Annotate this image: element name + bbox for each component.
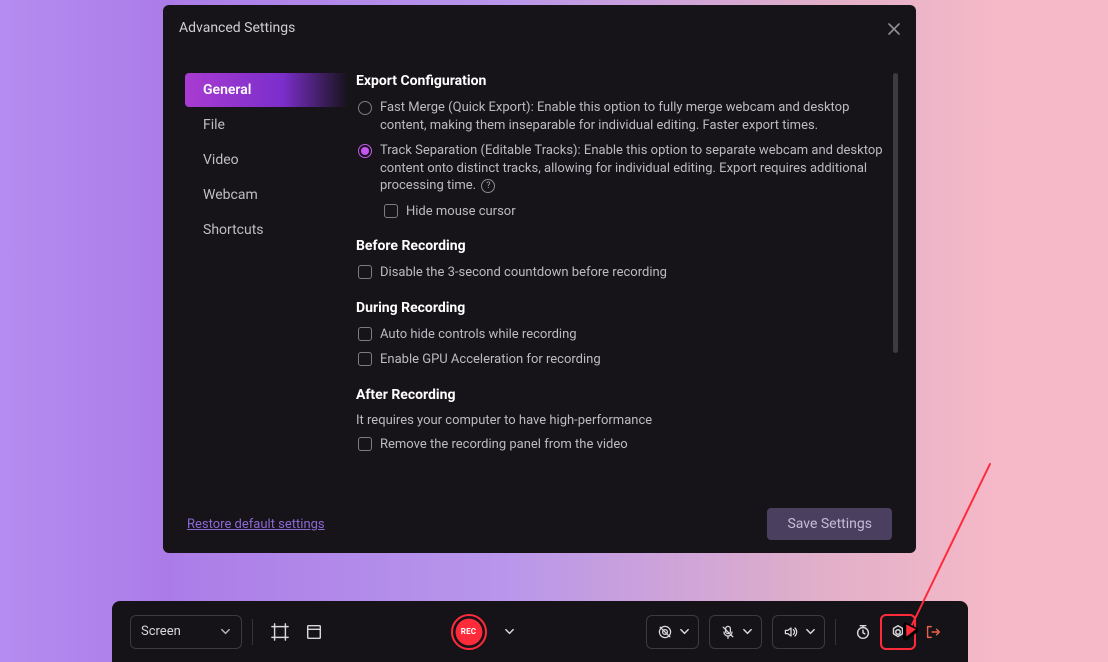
webcam-toggle[interactable] xyxy=(646,615,699,649)
sidebar-item-file[interactable]: File xyxy=(185,108,348,142)
sidebar-item-general[interactable]: General xyxy=(185,73,348,107)
close-icon xyxy=(888,23,900,35)
settings-sidebar: General File Video Webcam Shortcuts xyxy=(163,51,348,495)
exit-button[interactable] xyxy=(916,615,950,649)
sidebar-item-label: Webcam xyxy=(203,187,258,203)
section-title: After Recording xyxy=(356,387,884,403)
screen-source-label: Screen xyxy=(141,624,181,639)
checkbox-unchecked-icon[interactable] xyxy=(358,327,372,341)
settings-button-highlight xyxy=(880,614,916,650)
scrollbar-thumb[interactable] xyxy=(893,73,898,353)
option-track-separation[interactable]: Track Separation (Editable Tracks): Enab… xyxy=(356,142,884,195)
divider xyxy=(835,619,836,645)
gear-icon xyxy=(889,623,907,641)
window-icon xyxy=(305,623,323,641)
speaker-icon xyxy=(783,624,799,640)
option-label: Auto hide controls while recording xyxy=(380,326,577,344)
option-label: Remove the recording panel from the vide… xyxy=(380,436,628,454)
radio-checked-icon[interactable] xyxy=(358,144,372,158)
sidebar-item-webcam[interactable]: Webcam xyxy=(185,178,348,212)
webcam-off-icon xyxy=(657,624,673,640)
sidebar-item-label: Shortcuts xyxy=(203,222,264,238)
section-before-recording: Before Recording Disable the 3-second co… xyxy=(356,238,884,282)
option-gpu-acceleration[interactable]: Enable GPU Acceleration for recording xyxy=(356,351,884,369)
dialog-header: Advanced Settings xyxy=(163,5,916,51)
chevron-down-icon xyxy=(805,626,816,637)
radio-unchecked-icon[interactable] xyxy=(358,101,372,115)
section-after-recording: After Recording It requires your compute… xyxy=(356,387,884,454)
restore-defaults-link[interactable]: Restore default settings xyxy=(187,517,325,532)
section-title: During Recording xyxy=(356,300,884,316)
sidebar-item-label: File xyxy=(203,117,225,133)
option-label: Fast Merge (Quick Export): Enable this o… xyxy=(380,99,884,134)
option-disable-countdown[interactable]: Disable the 3-second countdown before re… xyxy=(356,264,884,282)
chevron-down-icon xyxy=(220,626,231,637)
audio-toggle[interactable] xyxy=(772,615,825,649)
section-during-recording: During Recording Auto hide controls whil… xyxy=(356,300,884,369)
checkbox-unchecked-icon[interactable] xyxy=(358,437,372,451)
advanced-settings-dialog: Advanced Settings General File Video Web… xyxy=(163,5,916,553)
chevron-down-icon xyxy=(742,626,753,637)
window-select-button[interactable] xyxy=(297,615,331,649)
section-subtext: It requires your computer to have high-p… xyxy=(356,413,884,428)
option-hide-mouse-cursor[interactable]: Hide mouse cursor xyxy=(356,203,884,221)
option-label: Hide mouse cursor xyxy=(406,203,516,221)
screen-source-select[interactable]: Screen xyxy=(130,615,242,649)
checkbox-unchecked-icon[interactable] xyxy=(358,352,372,366)
recording-panel: Screen REC xyxy=(112,601,968,662)
microphone-off-icon xyxy=(720,624,736,640)
option-fast-merge[interactable]: Fast Merge (Quick Export): Enable this o… xyxy=(356,99,884,134)
option-auto-hide-controls[interactable]: Auto hide controls while recording xyxy=(356,326,884,344)
clock-icon xyxy=(854,623,872,641)
microphone-toggle[interactable] xyxy=(709,615,762,649)
section-title: Before Recording xyxy=(356,238,884,254)
section-title: Export Configuration xyxy=(356,73,884,89)
divider xyxy=(252,619,253,645)
record-button-label: REC xyxy=(461,627,476,636)
sidebar-item-label: General xyxy=(203,82,251,98)
dialog-title: Advanced Settings xyxy=(179,20,295,36)
exit-icon xyxy=(924,623,942,641)
close-button[interactable] xyxy=(884,19,904,39)
record-button[interactable]: REC xyxy=(451,614,487,650)
save-settings-button[interactable]: Save Settings xyxy=(767,508,892,540)
crop-region-icon xyxy=(271,623,289,641)
chevron-down-icon xyxy=(679,626,690,637)
settings-button[interactable] xyxy=(883,617,913,647)
option-remove-recording-panel[interactable]: Remove the recording panel from the vide… xyxy=(356,436,884,454)
settings-content: Export Configuration Fast Merge (Quick E… xyxy=(348,51,916,495)
dialog-footer: Restore default settings Save Settings xyxy=(163,495,916,553)
section-export-configuration: Export Configuration Fast Merge (Quick E… xyxy=(356,73,884,220)
sidebar-item-video[interactable]: Video xyxy=(185,143,348,177)
dialog-body: General File Video Webcam Shortcuts Expo… xyxy=(163,51,916,495)
chevron-down-icon xyxy=(504,626,515,637)
sidebar-item-shortcuts[interactable]: Shortcuts xyxy=(185,213,348,247)
option-label: Enable GPU Acceleration for recording xyxy=(380,351,601,369)
checkbox-unchecked-icon[interactable] xyxy=(358,265,372,279)
region-select-button[interactable] xyxy=(263,615,297,649)
timer-button[interactable] xyxy=(846,615,880,649)
option-label: Disable the 3-second countdown before re… xyxy=(380,264,667,282)
content-scroll[interactable]: Export Configuration Fast Merge (Quick E… xyxy=(356,73,898,488)
record-options-button[interactable] xyxy=(493,615,527,649)
option-text: Track Separation (Editable Tracks): Enab… xyxy=(380,143,883,193)
sidebar-item-label: Video xyxy=(203,152,239,168)
option-label: Track Separation (Editable Tracks): Enab… xyxy=(380,142,884,195)
help-icon[interactable]: ? xyxy=(481,179,495,193)
checkbox-unchecked-icon[interactable] xyxy=(384,204,398,218)
